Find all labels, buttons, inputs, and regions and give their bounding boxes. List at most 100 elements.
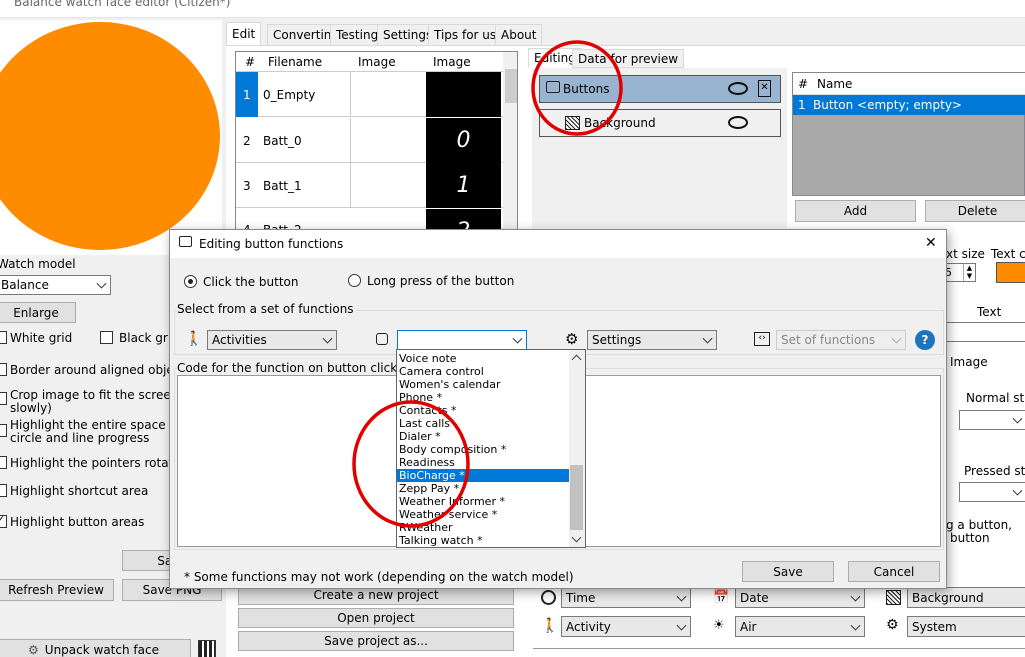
col-name-header: Name [817,77,853,91]
scroll-down-icon[interactable] [571,532,582,543]
scrollbar-thumb[interactable] [570,465,583,530]
system-select[interactable]: System [907,616,1025,637]
delete-layer-icon[interactable]: ✕ [758,80,771,97]
activity-select[interactable]: Activity [561,616,691,637]
row-image-preview [426,72,501,117]
eye-icon[interactable] [728,116,748,129]
air-value: Air [740,619,757,634]
dropdown-item[interactable]: Women's calendar [397,378,569,391]
activities-value: Activities [212,333,267,347]
dropdown-scrollbar[interactable] [569,350,585,547]
qr-code-icon[interactable] [198,640,216,657]
dropdown-item[interactable]: Weather service * [397,508,569,521]
table-scrollbar[interactable] [503,52,517,235]
row-num: 3 [243,179,251,193]
refresh-preview-label: Refresh Preview [8,583,104,597]
open-project-button[interactable]: Open project [238,608,514,628]
normal-state-select[interactable] [959,410,1025,430]
main-tab-strip: Edit Converting Testing Settings Tips fo… [226,22,1025,46]
tab-edit[interactable]: Edit [226,22,262,46]
minimize-icon[interactable]: — [950,0,962,6]
border-aligned-label: Border around aligned objects [10,363,192,377]
layer-background[interactable]: Background [539,109,781,137]
stepper-arrows-icon[interactable]: ▲ ▼ [963,264,975,281]
table-row[interactable]: 3 Batt_1 1 [236,163,506,208]
dialog-cancel-label: Cancel [873,564,915,579]
hint-line-1: g a button, [946,518,1012,532]
long-press-radio-label: Long press of the button [367,274,515,288]
dialog-cancel-button[interactable]: Cancel [848,561,940,582]
list-item[interactable]: 1 Button <empty; empty> [793,95,1025,115]
apps-select[interactable] [397,330,527,350]
highlight-space-checkbox[interactable] [0,424,7,437]
row-num: 2 [243,134,251,148]
highlight-pointers-checkbox[interactable] [0,456,7,469]
layer-buttons-label: Buttons [563,82,610,96]
dropdown-item[interactable]: Zepp Pay * [397,482,569,495]
table-row[interactable]: 1 0_Empty [236,72,506,117]
tab-about-label: About [501,28,537,42]
long-press-radio[interactable] [348,274,361,287]
eye-icon[interactable] [728,82,748,95]
crop-checkbox[interactable] [0,392,7,405]
background-select[interactable]: Background [907,587,1025,608]
text-size-label: xt size [946,247,985,261]
layer-buttons[interactable]: Buttons ✕ [539,75,781,103]
tab-about[interactable]: About [495,24,543,46]
dropdown-item[interactable]: RWeather [397,521,569,534]
pressed-state-select[interactable] [959,482,1025,502]
text-input[interactable] [946,322,1025,342]
tab-settings-label: Settings [383,28,433,42]
air-select[interactable]: Air [735,616,865,637]
add-button[interactable]: Add [795,200,916,222]
weather-icon: ☀ [713,618,725,633]
enlarge-label: Enlarge [13,305,59,320]
dropdown-item[interactable]: Contacts * [397,404,569,417]
refresh-preview-button[interactable]: Refresh Preview [0,579,114,601]
scroll-up-icon[interactable] [571,354,582,365]
code-brackets-icon: ‹› [754,332,770,346]
time-select[interactable]: Time [561,587,691,608]
clock-icon [541,590,556,605]
gear-icon: ⚙ [28,643,39,657]
tab-data-for-preview[interactable]: Data for preview [572,49,685,68]
row-filename: 0_Empty [263,88,316,102]
save-project-as-button[interactable]: Save project as... [238,631,514,651]
scrollbar-thumb[interactable] [505,69,517,103]
enlarge-button[interactable]: Enlarge [0,302,76,323]
click-radio[interactable] [184,275,197,288]
watch-model-select[interactable]: Balance [0,275,111,295]
help-icon[interactable]: ? [915,330,935,350]
text-size-stepper[interactable]: 5 ▲ ▼ [944,263,976,282]
dropdown-item[interactable]: Phone * [397,391,569,404]
text-color-swatch[interactable] [996,262,1025,283]
tab-testing-label: Testing [336,28,379,42]
row-filename: Batt_0 [263,134,302,148]
dropdown-item[interactable]: Weather Informer * [397,495,569,508]
dropdown-item[interactable]: Body composition * [397,443,569,456]
functions-dropdown-list[interactable]: Voice note Camera control Women's calendar… [396,349,586,548]
highlight-shortcut-checkbox[interactable] [0,484,7,497]
dropdown-item[interactable]: BioCharge * [397,469,569,482]
activities-select[interactable]: Activities [207,330,337,350]
dropdown-item[interactable]: Dialer * [397,430,569,443]
settings-select[interactable]: Settings [587,330,717,350]
unpack-watch-face-button[interactable]: ⚙ Unpack watch face [0,639,191,657]
tab-tips-label: Tips for use [434,28,504,42]
highlight-shortcut-label: Highlight shortcut area [10,484,149,498]
close-icon[interactable]: ✕ [925,235,937,251]
dropdown-item[interactable]: Talking watch * [397,534,569,547]
dropdown-item[interactable]: Voice note [397,352,569,365]
highlight-buttons-checkbox[interactable]: ✓ [0,513,7,528]
dialog-save-button[interactable]: Save [742,561,834,582]
dropdown-item[interactable]: Readiness [397,456,569,469]
delete-button[interactable]: Delete [925,200,1025,222]
date-select[interactable]: Date [735,587,865,608]
dropdown-item[interactable]: Camera control [397,365,569,378]
dropdown-item[interactable]: Last calls [397,417,569,430]
table-row[interactable]: 2 Batt_0 0 [236,118,506,163]
black-grid-checkbox[interactable] [100,331,113,344]
system-value: System [912,619,957,634]
border-aligned-checkbox[interactable] [0,363,7,376]
white-grid-checkbox[interactable] [0,331,7,344]
